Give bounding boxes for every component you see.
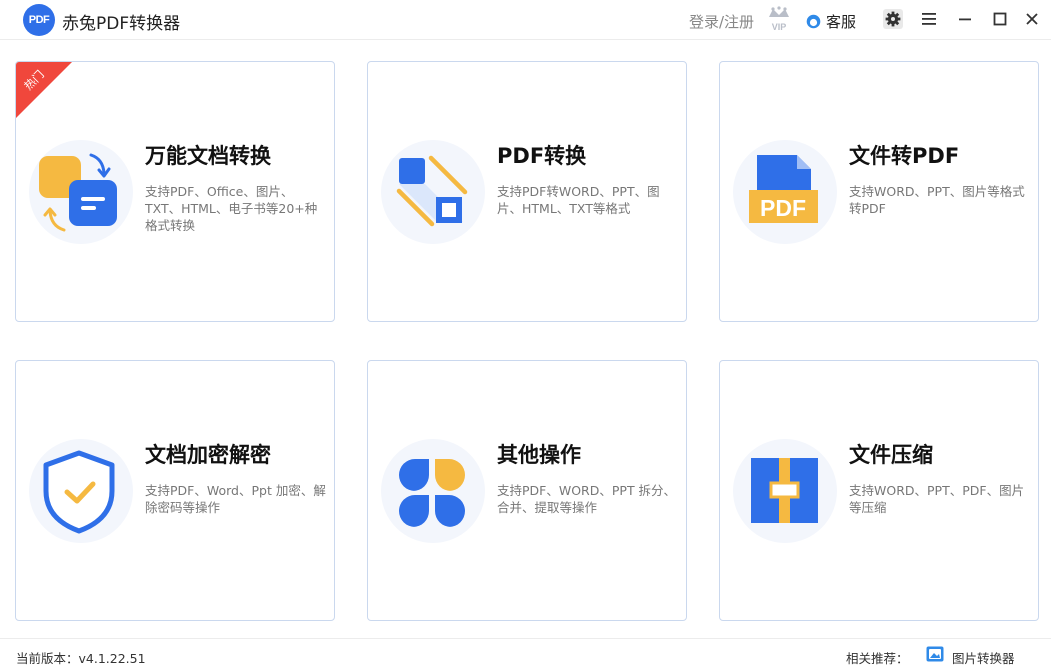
card-file-to-pdf[interactable]: PDF 文件转PDF 支持WORD、PPT、图片等格式转PDF bbox=[719, 61, 1039, 322]
card-file-compress[interactable]: 文件压缩 支持WORD、PPT、PDF、图片等压缩 bbox=[719, 360, 1039, 621]
vip-crown-icon[interactable]: VIP bbox=[766, 5, 792, 33]
customer-service-button[interactable]: 客服 bbox=[806, 11, 856, 32]
card-title: 其他操作 bbox=[497, 443, 581, 467]
card-universal-convert[interactable]: 热门 万能文档转换 支持PDF、Office、图片、TXT、HTML、电子书等2… bbox=[15, 61, 335, 322]
close-button[interactable] bbox=[1021, 8, 1043, 30]
compress-icon bbox=[733, 439, 837, 543]
card-title: 文件转PDF bbox=[849, 144, 960, 168]
shield-check-icon bbox=[29, 439, 133, 543]
card-description: 支持PDF、Word、Ppt 加密、解除密码等操作 bbox=[145, 483, 326, 515]
title-bar: PDF 赤兔PDF转换器 登录/注册 VIP 客服 bbox=[0, 0, 1051, 40]
service-bubble-icon bbox=[806, 14, 821, 29]
card-description: 支持WORD、PPT、图片等格式转PDF bbox=[849, 184, 1025, 216]
minimize-button[interactable] bbox=[954, 8, 976, 30]
customer-service-label: 客服 bbox=[826, 13, 857, 31]
maximize-icon bbox=[993, 12, 1007, 26]
card-description: 支持WORD、PPT、PDF、图片等压缩 bbox=[849, 483, 1025, 515]
version-label: 当前版本：v4.1.22.51 bbox=[16, 651, 146, 666]
status-bar: 当前版本：v4.1.22.51 相关推荐： 图片转换器 bbox=[0, 638, 1051, 668]
related-recommend-label: 相关推荐： bbox=[846, 651, 909, 666]
app-logo: PDF bbox=[23, 4, 55, 36]
pdf-convert-icon bbox=[381, 140, 485, 244]
maximize-button[interactable] bbox=[989, 8, 1011, 30]
card-description: 支持PDF、Office、图片、TXT、HTML、电子书等20+种格式转换 bbox=[145, 184, 318, 233]
file-to-pdf-icon: PDF bbox=[733, 140, 837, 244]
settings-button[interactable] bbox=[882, 8, 904, 30]
card-title: 万能文档转换 bbox=[145, 144, 271, 168]
pdf-label-text: PDF bbox=[760, 195, 806, 221]
gear-icon bbox=[883, 9, 903, 29]
card-title: 文件压缩 bbox=[849, 443, 933, 467]
menu-button[interactable] bbox=[918, 8, 940, 30]
image-converter-icon[interactable] bbox=[926, 646, 944, 662]
login-register-link[interactable]: 登录/注册 bbox=[689, 11, 754, 32]
hamburger-menu-icon bbox=[922, 13, 936, 25]
card-description: 支持PDF、WORD、PPT 拆分、合并、提取等操作 bbox=[497, 483, 677, 515]
card-title: 文档加密解密 bbox=[145, 443, 271, 467]
other-ops-icon bbox=[381, 439, 485, 543]
card-encrypt-decrypt[interactable]: 文档加密解密 支持PDF、Word、Ppt 加密、解除密码等操作 bbox=[15, 360, 335, 621]
card-description: 支持PDF转WORD、PPT、图片、HTML、TXT等格式 bbox=[497, 184, 660, 216]
card-pdf-convert[interactable]: PDF转换 支持PDF转WORD、PPT、图片、HTML、TXT等格式 bbox=[367, 61, 687, 322]
hot-ribbon: 热门 bbox=[16, 62, 72, 118]
close-icon bbox=[1026, 13, 1038, 25]
universal-convert-icon bbox=[29, 140, 133, 244]
vip-badge-text: VIP bbox=[772, 22, 787, 32]
card-title: PDF转换 bbox=[497, 144, 587, 168]
app-title: 赤兔PDF转换器 bbox=[62, 14, 181, 34]
image-converter-link[interactable]: 图片转换器 bbox=[952, 648, 1015, 667]
card-other-operations[interactable]: 其他操作 支持PDF、WORD、PPT 拆分、合并、提取等操作 bbox=[367, 360, 687, 621]
minimize-icon bbox=[959, 18, 971, 21]
